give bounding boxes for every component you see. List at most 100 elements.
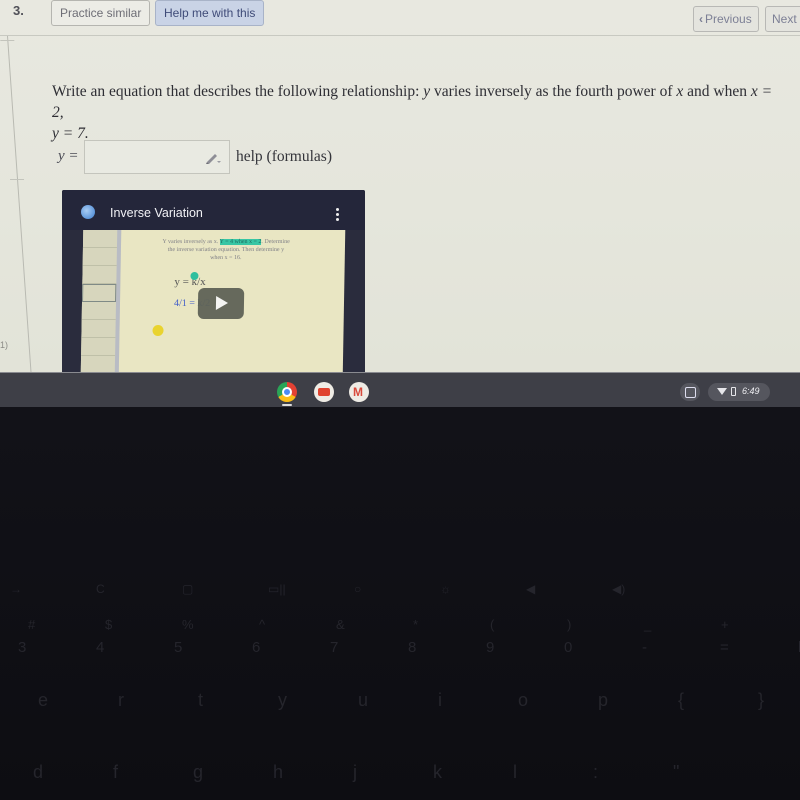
slide-line-2: the inverse variation equation. Then det… [167, 247, 285, 253]
video-header: Inverse Variation [62, 190, 365, 230]
keyboard-key: ☼ [440, 582, 451, 596]
keyboard-key: 0 [564, 639, 573, 656]
answer-label: y = [58, 148, 79, 164]
help-me-button[interactable]: Help me with this [155, 0, 265, 26]
os-shelf: M 6:49 [0, 372, 800, 407]
keyboard-key: $ [105, 617, 113, 632]
keyboard-key: ▢ [182, 582, 194, 596]
play-button[interactable] [197, 288, 245, 319]
status-tray[interactable]: 6:49 [708, 383, 770, 401]
question-text: Write an equation that describes the fol… [52, 81, 787, 144]
wifi-icon [717, 388, 727, 395]
keyboard-key: ( [490, 617, 495, 632]
next-button[interactable]: Next [765, 6, 800, 32]
keyboard-key: " [673, 762, 680, 782]
left-rail [0, 36, 32, 372]
keyboard-key: 8 [408, 639, 417, 656]
gmail-icon[interactable]: M [349, 382, 369, 402]
slide-text: Y varies inversely as x. Y = 4 when x = … [131, 238, 321, 262]
keyboard-key: * [413, 617, 419, 632]
previous-button[interactable]: ‹ Previous [693, 6, 759, 32]
play-icon [215, 296, 229, 310]
keyboard-key: ) [567, 617, 572, 632]
keyboard-key: } [758, 690, 765, 710]
question-when: and when [683, 83, 751, 100]
slide-thumbnail [81, 302, 117, 320]
question-mid: varies inversely as the fourth power of [430, 83, 677, 100]
keyboard-key: ◀ [526, 582, 536, 596]
keyboard-key: _ [644, 617, 652, 632]
keyboard-key: t [198, 690, 204, 710]
overview-icon[interactable] [680, 383, 700, 401]
question-intro: Write an equation that describes the fol… [52, 83, 424, 100]
pencil-icon[interactable] [204, 149, 222, 165]
keyboard-key: y [278, 690, 287, 710]
keyboard-key: 3 [18, 639, 27, 656]
keyboard-key: ^ [259, 617, 266, 632]
keyboard-key: → [10, 582, 22, 596]
channel-avatar[interactable] [81, 205, 95, 219]
slide-line-3: when x = 16. [210, 255, 242, 261]
keyboard-key: h [273, 762, 284, 782]
keyboard-key: d [33, 762, 44, 782]
browser-screen: 3. Practice similar Help me with this ‹ P… [0, 0, 800, 372]
keyboard-key: k [433, 762, 442, 782]
slide-thumbnail [82, 284, 117, 302]
keyboard-key: ○ [354, 582, 362, 596]
keyboard-key: 7 [330, 639, 339, 656]
rail-divider [0, 40, 15, 41]
slide-thumbnail [81, 320, 116, 338]
slide-thumbnail [82, 266, 117, 284]
keyboard-key: e [38, 690, 49, 710]
active-app-indicator [282, 404, 292, 406]
keyboard-key: : [593, 762, 599, 782]
slide-thumbnail [81, 338, 116, 356]
practice-similar-button[interactable]: Practice similar [51, 0, 151, 26]
pointer-dot [152, 325, 164, 336]
keyboard-key: 4 [96, 639, 105, 656]
physical-keyboard: →C▢▭||○☼◀◀)#$%^&*()_+34567890-=backspace… [0, 407, 800, 800]
keyboard-key: r [118, 690, 124, 710]
chrome-icon[interactable] [277, 382, 297, 402]
keyboard-key: l [513, 762, 517, 782]
slide-thumbnails [80, 230, 122, 372]
keyboard-key: 9 [486, 639, 495, 656]
youtube-icon[interactable] [314, 382, 334, 402]
previous-label: Previous [705, 12, 752, 26]
keyboard-key: f [113, 762, 119, 782]
keyboard-key: ▭|| [268, 582, 286, 596]
question-toolbar: 3. Practice similar Help me with this ‹ P… [0, 0, 800, 36]
keyboard-key: 5 [174, 639, 183, 656]
keyboard-key: = [720, 639, 729, 656]
clock: 6:49 [742, 386, 760, 396]
keyboard-key: - [642, 639, 647, 656]
keyboard-key: u [358, 690, 369, 710]
keyboard-key: 6 [252, 639, 261, 656]
more-options-icon[interactable] [336, 208, 340, 222]
slide-thumbnail [82, 230, 118, 248]
slide-highlight: Y = 4 when x = 2 [219, 239, 262, 245]
video-embed[interactable]: Inverse Variation Y varies inversely as … [62, 190, 365, 372]
keyboard-key: & [336, 617, 345, 632]
question-number: 3. [13, 3, 24, 18]
chevron-left-icon: ‹ [699, 12, 703, 26]
keyboard-key: g [193, 762, 204, 782]
rail-divider [9, 179, 25, 180]
video-title[interactable]: Inverse Variation [110, 206, 203, 220]
keyboard-key: ◀) [612, 582, 626, 596]
keyboard-key: { [678, 690, 685, 710]
battery-icon [731, 387, 736, 396]
keyboard-key: + [721, 617, 729, 632]
video-frame[interactable]: Y varies inversely as x. Y = 4 when x = … [80, 230, 346, 372]
slide-line-1: Y varies inversely as x. [162, 239, 219, 245]
slide-thumbnail [82, 248, 117, 266]
keyboard-key: j [353, 762, 357, 782]
slide-line-1-end: . Determine [261, 239, 290, 245]
keyboard-key: i [438, 690, 442, 710]
keyboard-key: # [28, 617, 36, 632]
keyboard-key: % [182, 617, 194, 632]
help-formulas-link[interactable]: help (formulas) [236, 148, 332, 166]
keyboard-key: p [598, 690, 609, 710]
margin-label: 1) [0, 340, 9, 350]
keyboard-key: o [518, 690, 529, 710]
